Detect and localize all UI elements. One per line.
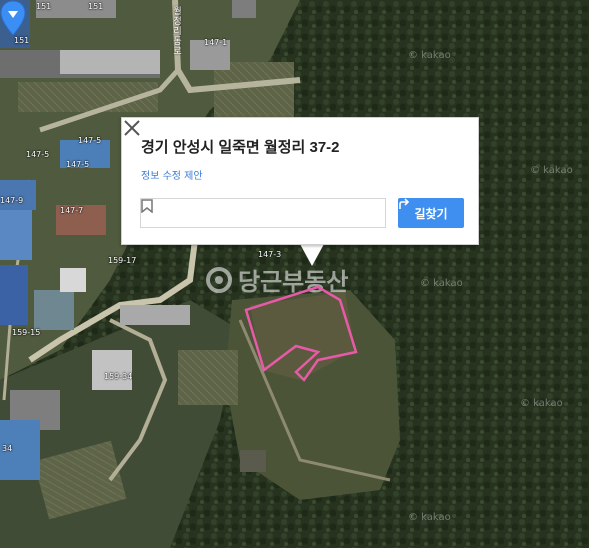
suggest-edit-link[interactable]: 정보 수정 제안 — [141, 167, 203, 182]
parcel-label: 147-1 — [204, 38, 228, 47]
parcel-label: 159-15 — [12, 328, 41, 337]
map-credit: © kakao — [530, 165, 573, 176]
map-credit: © kakao — [520, 398, 563, 409]
map-credit: © kakao — [420, 278, 463, 289]
bookmark-icon — [141, 199, 153, 213]
directions-icon — [399, 198, 410, 209]
parcel-label: 151 — [88, 2, 104, 11]
parcel-label: 147-5 — [66, 160, 90, 169]
parcel-label: 147-5 — [26, 150, 50, 159]
location-pin-icon[interactable] — [0, 0, 26, 36]
parcel-label: 147-3 — [258, 250, 282, 259]
close-icon[interactable] — [122, 118, 142, 138]
parcel-label: 151 — [36, 2, 52, 11]
parcel-label: 34 — [2, 444, 13, 453]
info-popup: 경기 안성시 일죽면 월정리 37-2 정보 수정 제안 길찾기 — [121, 117, 479, 245]
road-name-label: 월정리동로 — [171, 6, 181, 56]
directions-label: 길찾기 — [414, 206, 448, 221]
watermark-logo-icon — [206, 266, 232, 293]
parcel-label: 159-17 — [108, 256, 137, 265]
address-title: 경기 안성시 일죽면 월정리 37-2 — [141, 139, 340, 156]
parcel-label: 147-5 — [78, 136, 102, 145]
parcel-label: 147-7 — [60, 206, 84, 215]
parcel-label: 151 — [14, 36, 30, 45]
watermark: 당근부동산 — [206, 262, 348, 297]
share-icon[interactable] — [194, 234, 208, 244]
directions-button[interactable]: 길찾기 — [398, 198, 464, 228]
map-credit: © kakao — [408, 50, 451, 61]
popup-tail — [300, 244, 324, 266]
parcel-label: 147-9 — [0, 196, 24, 205]
watermark-text: 당근부동산 — [238, 268, 349, 296]
popup-action-bar — [140, 198, 386, 228]
satellite-map[interactable]: 151 151 151 147-1 147-5 147-5 147-5 147-… — [0, 0, 589, 548]
parcel-label: 159-34 — [104, 372, 133, 381]
bookmark-button[interactable] — [141, 199, 385, 227]
map-credit: © kakao — [408, 512, 451, 523]
